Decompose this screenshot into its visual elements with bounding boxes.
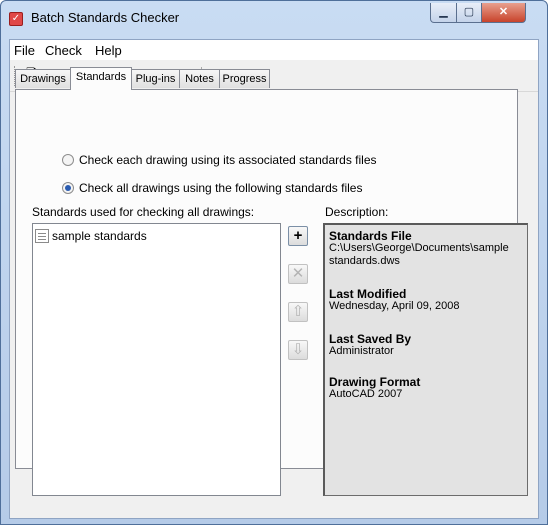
move-down-button[interactable]: ⇩ xyxy=(288,340,308,360)
tab-drawings[interactable]: Drawings xyxy=(15,69,71,88)
menu-bar: File Check Help xyxy=(10,40,538,60)
menu-help[interactable]: Help xyxy=(95,43,122,58)
option-each-drawing[interactable]: Check each drawing using its associated … xyxy=(62,153,377,167)
close-button[interactable]: ✕ xyxy=(481,3,526,23)
tab-progress[interactable]: Progress xyxy=(219,69,270,88)
last-modified-value: Wednesday, April 09, 2008 xyxy=(329,300,460,312)
option-all-drawings-label: Check all drawings using the following s… xyxy=(79,181,363,195)
maximize-button[interactable]: ▢ xyxy=(456,3,482,23)
tab-standards[interactable]: Standards xyxy=(70,67,132,90)
last-modified-title: Last Modified xyxy=(329,287,407,301)
app-icon: ✓ xyxy=(9,12,23,26)
standards-file-value: C:\Users\George\Documents\sample standar… xyxy=(329,242,509,267)
list-item-label: sample standards xyxy=(52,229,147,243)
tab-notes[interactable]: Notes xyxy=(179,69,220,88)
last-saved-by-value: Administrator xyxy=(329,345,394,357)
description-panel: Standards File C:\Users\George\Documents… xyxy=(323,223,528,496)
add-standards-button[interactable]: + xyxy=(288,226,308,246)
description-label: Description: xyxy=(325,205,389,219)
menu-file[interactable]: File xyxy=(14,43,35,58)
standards-file-title: Standards File xyxy=(329,229,412,243)
drawing-format-value: AutoCAD 2007 xyxy=(329,388,403,400)
standards-list-label: Standards used for checking all drawings… xyxy=(32,205,255,219)
standards-file-icon xyxy=(35,229,49,243)
window-title: Batch Standards Checker xyxy=(31,10,180,25)
menu-check[interactable]: Check xyxy=(45,43,82,58)
standards-listbox[interactable]: sample standards xyxy=(32,223,281,496)
app-window: ✓ Batch Standards Checker ▁ ▢ ✕ File Che… xyxy=(0,0,548,525)
move-up-button[interactable]: ⇧ xyxy=(288,302,308,322)
option-each-drawing-label: Check each drawing using its associated … xyxy=(79,153,377,167)
remove-standards-button[interactable]: ✕ xyxy=(288,264,308,284)
resize-grip[interactable] xyxy=(535,514,543,522)
radio-each-drawing[interactable] xyxy=(62,154,74,166)
radio-all-drawings[interactable] xyxy=(62,182,74,194)
title-bar[interactable]: ✓ Batch Standards Checker ▁ ▢ ✕ xyxy=(1,1,547,37)
drawing-format-title: Drawing Format xyxy=(329,375,421,389)
option-all-drawings[interactable]: Check all drawings using the following s… xyxy=(62,181,363,195)
tab-plugins[interactable]: Plug-ins xyxy=(131,69,180,88)
last-saved-by-title: Last Saved By xyxy=(329,332,412,346)
minimize-button[interactable]: ▁ xyxy=(430,3,457,23)
